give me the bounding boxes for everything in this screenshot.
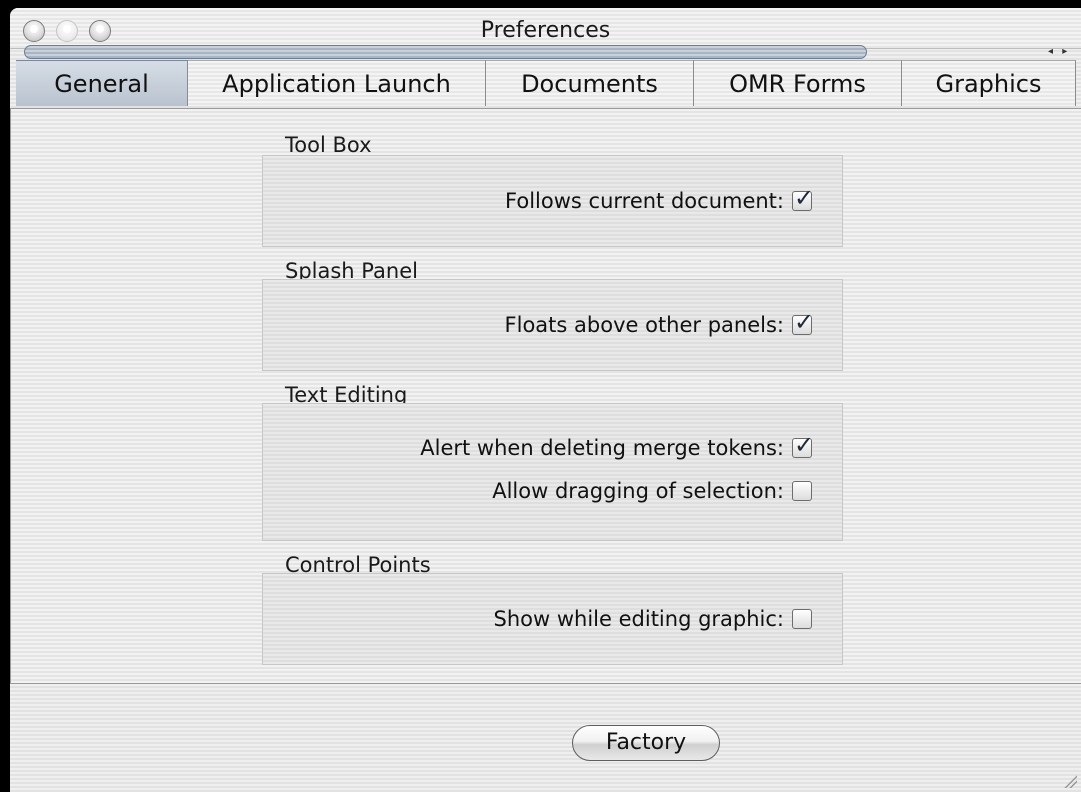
tab-graphics[interactable]: Graphics bbox=[902, 60, 1076, 106]
group-box-splash-panel: Floats above other panels: ✓ bbox=[262, 279, 843, 371]
tab-general[interactable]: General bbox=[16, 60, 188, 106]
tab-application-launch[interactable]: Application Launch bbox=[188, 60, 486, 106]
tab-content-panel: Tool Box Follows current document: ✓ Spl… bbox=[10, 108, 1081, 684]
tab-scrollbar[interactable] bbox=[24, 45, 867, 59]
option-show-while-editing-graphic[interactable]: Show while editing graphic: bbox=[494, 607, 812, 631]
group-box-control-points: Show while editing graphic: bbox=[262, 573, 843, 665]
checkmark-icon: ✓ bbox=[794, 308, 815, 336]
floats-above-other-panels-checkbox[interactable]: ✓ bbox=[792, 308, 814, 336]
option-alert-when-deleting-merge-tokens[interactable]: Alert when deleting merge tokens: ✓ bbox=[420, 431, 814, 460]
option-label: Follows current document: bbox=[505, 189, 784, 213]
option-follows-current-document[interactable]: Follows current document: ✓ bbox=[505, 184, 814, 213]
tab-omr-forms[interactable]: OMR Forms bbox=[694, 60, 902, 106]
tab-label: OMR Forms bbox=[729, 70, 866, 98]
tab-label: General bbox=[54, 70, 149, 98]
tab-bar: General Application Launch Documents OMR… bbox=[10, 60, 1081, 108]
factory-button[interactable]: Factory bbox=[572, 725, 720, 761]
option-label: Allow dragging of selection: bbox=[492, 479, 784, 503]
tab-documents[interactable]: Documents bbox=[486, 60, 694, 106]
tab-label: Application Launch bbox=[222, 70, 451, 98]
window-title: Preferences bbox=[480, 18, 611, 43]
tab-scroll-arrows[interactable]: ◂ ▸ bbox=[1048, 45, 1078, 59]
option-allow-dragging-of-selection[interactable]: Allow dragging of selection: bbox=[492, 479, 812, 503]
option-floats-above-other-panels[interactable]: Floats above other panels: ✓ bbox=[504, 308, 815, 337]
show-while-editing-graphic-checkbox[interactable] bbox=[792, 609, 812, 629]
title-bar[interactable]: Preferences bbox=[10, 8, 1081, 49]
tab-label: Documents bbox=[521, 70, 658, 98]
follows-current-document-checkbox[interactable]: ✓ bbox=[792, 184, 814, 212]
option-label: Show while editing graphic: bbox=[493, 607, 784, 631]
alert-deleting-merge-tokens-checkbox[interactable]: ✓ bbox=[792, 431, 814, 459]
group-box-tool-box: Follows current document: ✓ bbox=[262, 155, 843, 247]
option-label: Floats above other panels: bbox=[504, 313, 784, 337]
option-label: Alert when deleting merge tokens: bbox=[420, 436, 784, 460]
tab-label: Graphics bbox=[935, 70, 1042, 98]
group-box-text-editing: Alert when deleting merge tokens: ✓ Allo… bbox=[262, 403, 843, 541]
group-title-tool-box: Tool Box bbox=[285, 133, 372, 157]
resize-grip-icon[interactable] bbox=[1063, 774, 1077, 788]
allow-dragging-selection-checkbox[interactable] bbox=[792, 481, 812, 501]
checkmark-icon: ✓ bbox=[794, 431, 815, 459]
checkmark-icon: ✓ bbox=[794, 184, 815, 212]
